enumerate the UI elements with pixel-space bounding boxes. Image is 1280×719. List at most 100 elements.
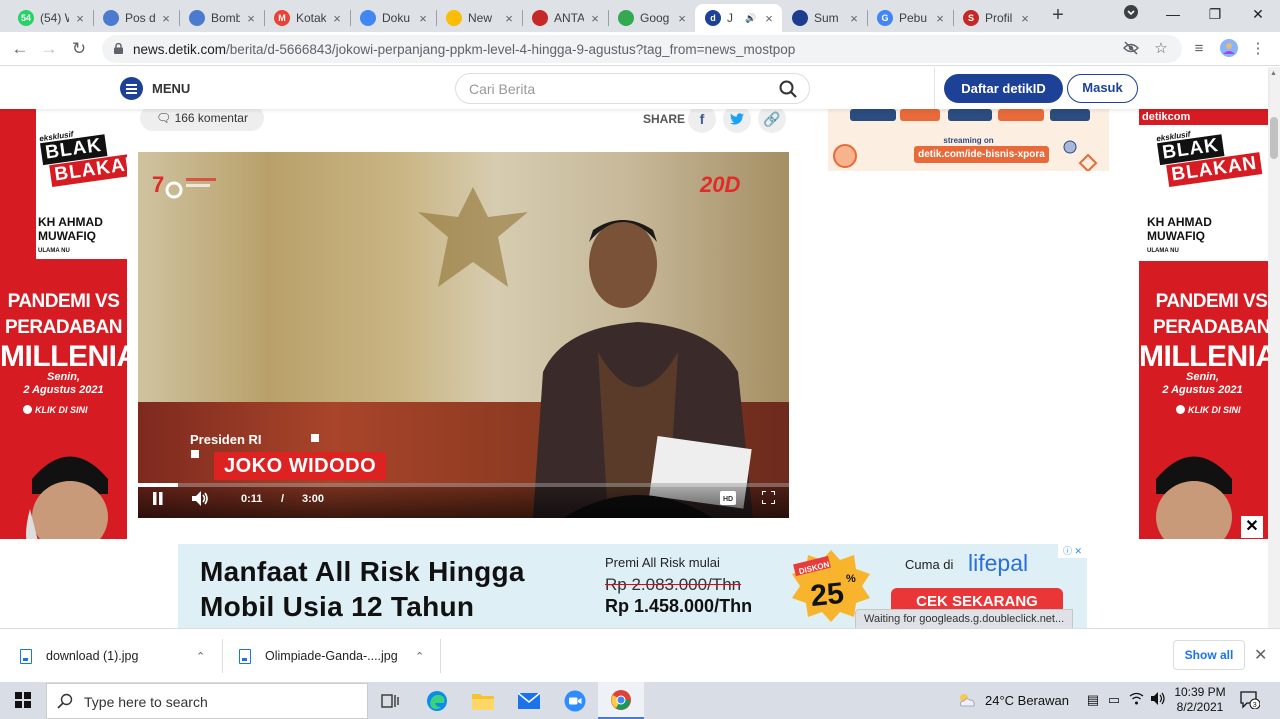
scroll-up-arrow[interactable]: ▲ bbox=[1270, 70, 1277, 77]
tab-favicon-icon bbox=[618, 10, 634, 26]
file-explorer-icon[interactable] bbox=[460, 682, 506, 719]
ad-url-label[interactable]: detik.com/ide-bisnis-xpora bbox=[914, 146, 1049, 163]
copy-link-icon[interactable]: 🔗 bbox=[758, 105, 786, 133]
close-shelf-icon[interactable]: ✕ bbox=[1254, 645, 1267, 665]
page-scrollbar-thumb[interactable] bbox=[1270, 117, 1278, 159]
tab-close-icon[interactable]: × bbox=[1018, 11, 1032, 26]
lock-icon[interactable] bbox=[114, 43, 123, 54]
hd-quality-icon[interactable]: HD bbox=[720, 491, 736, 508]
tab-title: Sum bbox=[814, 11, 839, 25]
banner-cta[interactable]: KLIK DI SINI bbox=[18, 403, 93, 418]
right-column-ad[interactable]: streaming on detik.com/ide-bisnis-xpora bbox=[828, 109, 1109, 171]
tab-close-icon[interactable]: × bbox=[502, 11, 516, 26]
fullscreen-icon[interactable] bbox=[761, 490, 776, 507]
browser-tab[interactable]: M Kotak × bbox=[264, 4, 350, 32]
minimize-icon[interactable]: — bbox=[1158, 4, 1188, 24]
video-controls: 0:11 / 3:00 HD bbox=[138, 483, 789, 518]
tab-close-icon[interactable]: × bbox=[244, 11, 258, 26]
battery-icon[interactable]: ▭ bbox=[1106, 692, 1122, 708]
back-icon[interactable]: ← bbox=[9, 38, 31, 60]
weather-text[interactable]: 24°C Berawan bbox=[985, 693, 1069, 708]
profile-avatar[interactable] bbox=[1219, 39, 1239, 59]
restore-icon[interactable]: ❐ bbox=[1200, 4, 1230, 24]
adchoices-icon[interactable]: ⓘ ✕ bbox=[1058, 544, 1087, 558]
search-icon bbox=[57, 693, 73, 709]
menu-button[interactable]: MENU bbox=[120, 77, 190, 100]
chrome-icon[interactable] bbox=[598, 682, 644, 719]
bookmark-star-icon[interactable]: ☆ bbox=[1152, 40, 1170, 58]
browser-menu-icon[interactable]: ⋮ bbox=[1248, 39, 1268, 59]
browser-tab[interactable]: Bomb × bbox=[179, 4, 264, 32]
banner-cta[interactable]: KLIK DI SINI bbox=[1171, 403, 1246, 418]
tab-close-icon[interactable]: × bbox=[762, 11, 776, 26]
forward-icon[interactable]: → bbox=[38, 38, 60, 60]
notification-center-icon[interactable]: 3 bbox=[1240, 691, 1260, 709]
start-button[interactable] bbox=[0, 682, 46, 719]
close-ad-icon[interactable]: ✕ bbox=[1241, 516, 1263, 538]
tab-close-icon[interactable]: × bbox=[159, 11, 173, 26]
tab-close-icon[interactable]: × bbox=[675, 11, 689, 26]
new-tab-button[interactable]: + bbox=[1048, 5, 1068, 26]
video-progress-bar[interactable] bbox=[138, 483, 789, 487]
wifi-icon[interactable] bbox=[1128, 692, 1144, 708]
theme-line3: MILLENIAL bbox=[0, 340, 127, 373]
chevron-up-icon[interactable]: ⌃ bbox=[415, 650, 424, 663]
share-label: SHARE bbox=[643, 112, 686, 126]
register-button[interactable]: Daftar detikID bbox=[944, 74, 1063, 103]
taskbar-search-box[interactable]: Type here to search bbox=[46, 683, 368, 719]
browser-tab[interactable]: Pos d × bbox=[93, 4, 179, 32]
reload-icon[interactable]: ↻ bbox=[68, 38, 90, 60]
download-item[interactable]: Olimpiade-Ganda-....jpg ⌃ bbox=[219, 637, 437, 675]
clock[interactable]: 10:39 PM 8/2/2021 bbox=[1172, 685, 1228, 715]
search-icon[interactable] bbox=[779, 80, 797, 98]
left-side-banner[interactable]: eksklusif BLAK BLAKAN KH AHMAD MUWAFIQ U… bbox=[0, 109, 127, 539]
reading-list-icon[interactable]: ≡ bbox=[1189, 39, 1209, 59]
pause-icon[interactable] bbox=[152, 492, 164, 508]
tab-close-icon[interactable]: × bbox=[416, 11, 430, 26]
tab-close-icon[interactable]: × bbox=[847, 11, 861, 26]
tab-close-icon[interactable]: × bbox=[588, 11, 602, 26]
url-text[interactable]: news.detik.com/berita/d-5666843/jokowi-p… bbox=[133, 42, 795, 57]
task-view-icon[interactable] bbox=[367, 682, 413, 719]
browser-tab[interactable]: New × bbox=[436, 4, 522, 32]
browser-tab[interactable]: Doku × bbox=[350, 4, 436, 32]
address-bar[interactable]: news.detik.com/berita/d-5666843/jokowi-p… bbox=[102, 35, 1182, 63]
mail-icon[interactable] bbox=[506, 682, 552, 719]
tab-search-icon[interactable] bbox=[1116, 4, 1146, 24]
tab-title: (54) W bbox=[40, 11, 69, 25]
zoom-icon[interactable] bbox=[552, 682, 598, 719]
browser-tab[interactable]: Sum × bbox=[782, 4, 867, 32]
eye-off-icon[interactable] bbox=[1122, 40, 1140, 58]
banner-theme: PANDEMI VS PERADABAN MILLENIAL bbox=[0, 289, 127, 373]
facebook-share-icon[interactable]: f bbox=[688, 105, 716, 133]
browser-tab[interactable]: Goog × bbox=[608, 4, 695, 32]
weather-cloud-icon[interactable] bbox=[957, 693, 977, 707]
search-input[interactable] bbox=[469, 74, 759, 103]
tab-audio-icon[interactable]: 🔊 bbox=[744, 13, 758, 24]
ad-headline-line2: Mobil Usia 12 Tahun bbox=[200, 591, 475, 622]
tab-close-icon[interactable]: × bbox=[73, 11, 87, 26]
video-player[interactable]: 7 20D Presiden RI JOKO WIDODO 0:11 / 3:0… bbox=[138, 152, 789, 518]
tab-close-icon[interactable]: × bbox=[933, 11, 947, 26]
chevron-up-icon[interactable]: ⌃ bbox=[196, 650, 205, 663]
page-scrollbar[interactable]: ▲ bbox=[1268, 67, 1280, 628]
right-side-banner[interactable]: detikcom eksklusif BLAK BLAKAN KH AHMAD … bbox=[1139, 109, 1268, 539]
browser-tab[interactable]: S Profil × bbox=[953, 4, 1038, 32]
browser-tab[interactable]: d J 🔊 × bbox=[695, 4, 782, 32]
browser-tab[interactable]: 54 (54) W × bbox=[8, 4, 93, 32]
show-all-downloads-button[interactable]: Show all bbox=[1173, 640, 1245, 670]
tab-favicon-icon bbox=[532, 10, 548, 26]
close-window-icon[interactable]: ✕ bbox=[1243, 4, 1273, 24]
banner-theme: PANDEMI VS PERADABAN MILLENIAL bbox=[1139, 289, 1268, 373]
edge-icon[interactable] bbox=[414, 682, 460, 719]
login-button[interactable]: Masuk bbox=[1067, 74, 1138, 103]
download-item[interactable]: download (1).jpg ⌃ bbox=[0, 637, 218, 675]
meet-now-icon[interactable]: ▤ bbox=[1085, 692, 1101, 708]
download-separator bbox=[440, 639, 441, 673]
twitter-share-icon[interactable] bbox=[723, 105, 751, 133]
volume-tray-icon[interactable] bbox=[1150, 692, 1166, 708]
browser-tab[interactable]: G Pebu × bbox=[867, 4, 953, 32]
browser-tab[interactable]: ANTA × bbox=[522, 4, 608, 32]
volume-icon[interactable] bbox=[192, 491, 209, 509]
tab-close-icon[interactable]: × bbox=[330, 11, 344, 26]
